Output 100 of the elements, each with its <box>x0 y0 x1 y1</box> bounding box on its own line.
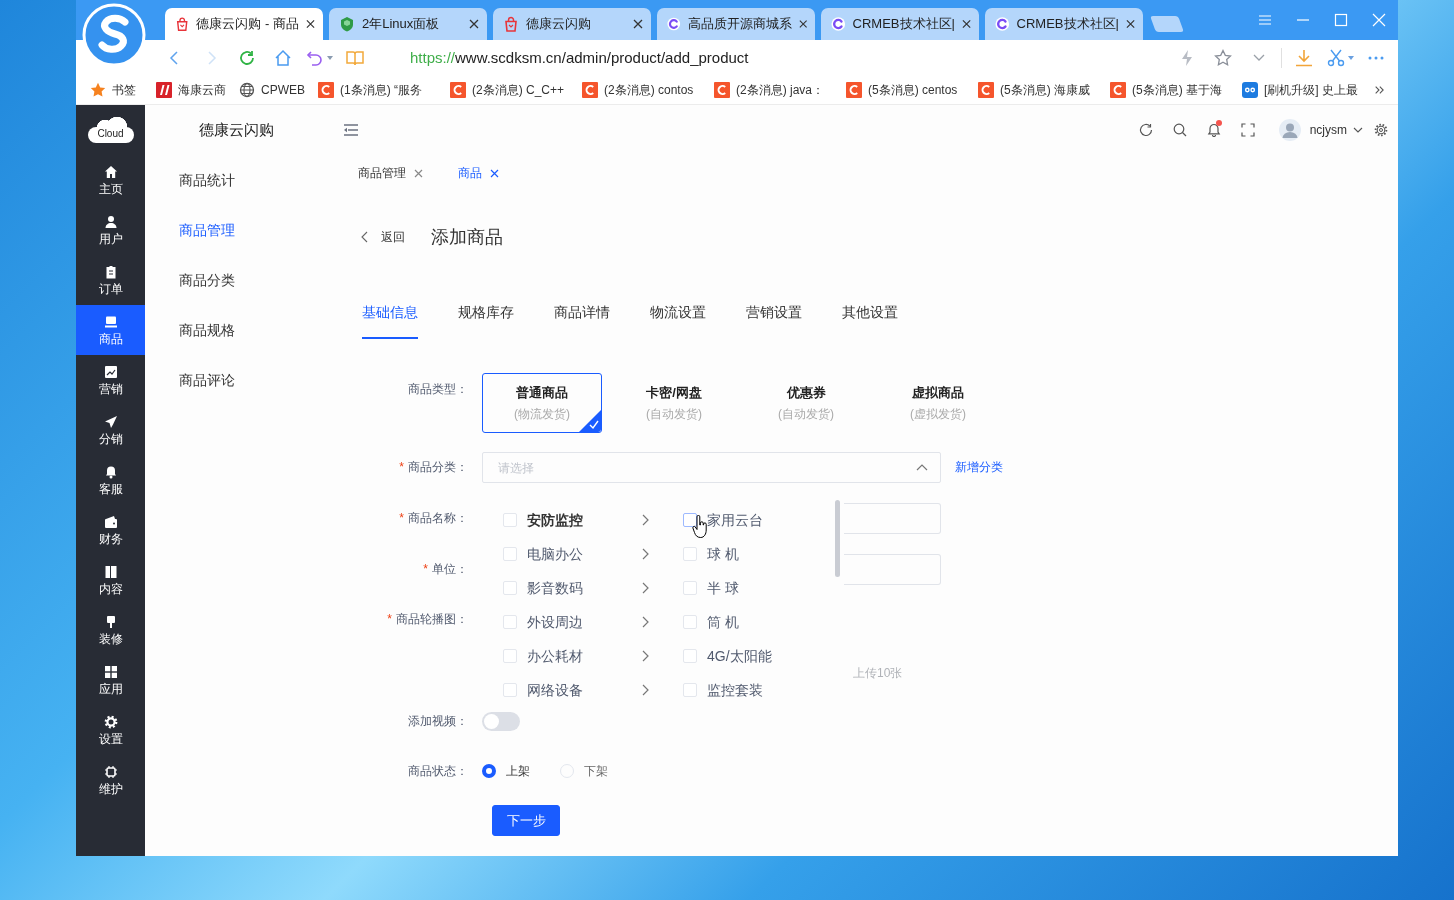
sidebar-item[interactable]: 应用 <box>76 655 145 705</box>
ring-icon <box>995 16 1010 32</box>
close-icon[interactable] <box>633 19 643 29</box>
radio-label[interactable]: 下架 <box>584 762 608 780</box>
cascader-option[interactable]: 电脑办公 <box>527 543 583 565</box>
sidebar-item[interactable]: 营销 <box>76 355 145 405</box>
form-tab[interactable]: 其他设置 <box>842 300 898 339</box>
caret-icon[interactable] <box>1347 56 1354 60</box>
menu-fold-icon[interactable] <box>343 123 359 137</box>
refresh-icon[interactable] <box>1138 123 1153 137</box>
search-icon[interactable] <box>1172 123 1187 137</box>
new-tab-button[interactable] <box>1150 16 1184 32</box>
submenu-item[interactable]: 商品分类 <box>145 255 330 305</box>
sidebar-item[interactable]: 财务 <box>76 505 145 555</box>
bookmark-link[interactable]: CPWEB <box>239 81 305 99</box>
browser-tab[interactable]: 德康云闪购 <box>493 8 651 40</box>
browser-tab[interactable]: 高品质开源商城系 <box>657 8 815 40</box>
product-type-card[interactable]: 普通商品 (物流发货) <box>482 373 602 433</box>
address-bar[interactable]: https://www.scdksm.cn/admin/product/add_product <box>410 43 1169 73</box>
settings-icon[interactable] <box>1374 123 1388 137</box>
browser-tab[interactable]: 德康云闪购 - 商品 <box>165 8 323 40</box>
cascader-option[interactable]: 影音数码 <box>527 577 583 599</box>
bookmark-link[interactable]: (1条消息) “服务 <box>318 81 450 99</box>
form-tab[interactable]: 物流设置 <box>650 300 706 339</box>
form-tab[interactable]: 营销设置 <box>746 300 802 339</box>
submenu-item[interactable]: 商品统计 <box>145 155 330 205</box>
double-chevron-icon[interactable] <box>1374 84 1384 96</box>
close-icon[interactable] <box>798 19 807 29</box>
chevron-down-icon[interactable] <box>1353 127 1363 133</box>
browser-tab[interactable]: CRMEB技术社区| <box>821 8 979 40</box>
home-icon[interactable] <box>274 49 292 67</box>
bookmark-link[interactable]: [刷机升级] 史上最 <box>1242 81 1374 99</box>
undo-icon[interactable] <box>305 49 324 67</box>
scissors-icon[interactable] <box>1326 49 1345 67</box>
cloud-logo[interactable]: Cloud <box>87 117 134 143</box>
cascader-option[interactable]: 办公耗材 <box>527 645 583 667</box>
sidebar-item[interactable]: 分销 <box>76 405 145 455</box>
submenu-item[interactable]: 商品评论 <box>145 355 330 405</box>
close-icon[interactable] <box>961 19 971 29</box>
fullscreen-icon[interactable] <box>1240 123 1255 137</box>
book-icon[interactable] <box>346 49 364 67</box>
star-icon[interactable] <box>1214 49 1232 67</box>
page-tag[interactable]: 商品 <box>458 164 499 182</box>
cascader-option[interactable]: 半 球 <box>707 577 739 599</box>
scrollbar-thumb[interactable] <box>835 500 840 577</box>
bookmark-link[interactable]: (2条消息) contos <box>582 81 714 99</box>
monitor-icon <box>103 314 118 329</box>
form-tab[interactable]: 基础信息 <box>362 300 418 339</box>
sidebar-item[interactable]: 维护 <box>76 755 145 805</box>
cascader-option[interactable]: 家用云台 <box>707 509 763 531</box>
cascader-option[interactable]: 4G/太阳能 <box>707 645 772 667</box>
bookmark-link[interactable]: (5条消息) 基于海 <box>1110 81 1242 99</box>
close-icon[interactable] <box>306 19 315 29</box>
sidebar-item[interactable]: 商品 <box>76 305 145 355</box>
form-tab[interactable]: 规格库存 <box>458 300 514 339</box>
input-field[interactable] <box>844 503 941 534</box>
sidebar-item[interactable]: 用户 <box>76 205 145 255</box>
close-icon[interactable] <box>1125 19 1135 29</box>
cascader-option[interactable]: 安防监控 <box>527 509 583 531</box>
bookmark-link[interactable]: (2条消息) C_C++ <box>450 81 582 99</box>
user-name[interactable]: ncjysm <box>1309 121 1347 139</box>
chevron-left-icon <box>361 231 369 243</box>
toggle-switch[interactable] <box>482 712 520 731</box>
cascader-option[interactable]: 网络设备 <box>527 679 583 701</box>
form-tab[interactable]: 商品详情 <box>554 300 610 339</box>
sidebar-item[interactable]: 内容 <box>76 555 145 605</box>
submenu-item[interactable]: 商品管理 <box>145 205 330 255</box>
sidebar-item[interactable]: 装修 <box>76 605 145 655</box>
sidebar-item[interactable]: 客服 <box>76 455 145 505</box>
radio-button[interactable] <box>482 764 496 778</box>
back-button[interactable]: 返回 <box>361 228 405 246</box>
browser-tab[interactable]: 2年Linux面板 <box>329 8 487 40</box>
add-category-link[interactable]: 新增分类 <box>955 452 1003 483</box>
bookmark-link[interactable]: (5条消息) 海康威 <box>978 81 1110 99</box>
cascader-option[interactable]: 外设周边 <box>527 611 583 633</box>
next-button[interactable]: 下一步 <box>492 805 560 836</box>
submenu-item[interactable]: 商品规格 <box>145 305 330 355</box>
page-tag[interactable]: 商品管理 <box>358 164 423 182</box>
radio-label[interactable]: 上架 <box>506 762 530 780</box>
close-icon[interactable] <box>490 168 499 178</box>
bookmark-link[interactable]: 书签 <box>90 81 136 99</box>
sidebar-item[interactable]: 订单 <box>76 255 145 305</box>
menu-icon[interactable] <box>1258 13 1272 27</box>
sidebar-item[interactable]: 设置 <box>76 705 145 755</box>
cascader-option[interactable]: 筒 机 <box>707 611 739 633</box>
input-field[interactable] <box>844 554 941 585</box>
close-icon[interactable] <box>469 19 479 29</box>
browser-tab[interactable]: CRMEB技术社区| <box>985 8 1143 40</box>
avatar-icon[interactable] <box>1278 119 1301 141</box>
more-icon[interactable] <box>1367 56 1385 60</box>
cascader-option[interactable]: 监控套装 <box>707 679 763 701</box>
bookmark-link[interactable]: 海康云商 <box>156 81 226 99</box>
bell-icon[interactable] <box>1206 123 1221 137</box>
sidebar-item[interactable]: 主页 <box>76 155 145 205</box>
caret-icon[interactable] <box>326 56 333 60</box>
cascader-option[interactable]: 球 机 <box>707 543 739 565</box>
download-icon[interactable] <box>1295 49 1313 67</box>
maximize-icon[interactable] <box>1334 13 1348 27</box>
bookmark-link[interactable]: (5条消息) centos <box>846 81 978 99</box>
bookmark-link[interactable]: (2条消息) java： <box>714 81 846 99</box>
